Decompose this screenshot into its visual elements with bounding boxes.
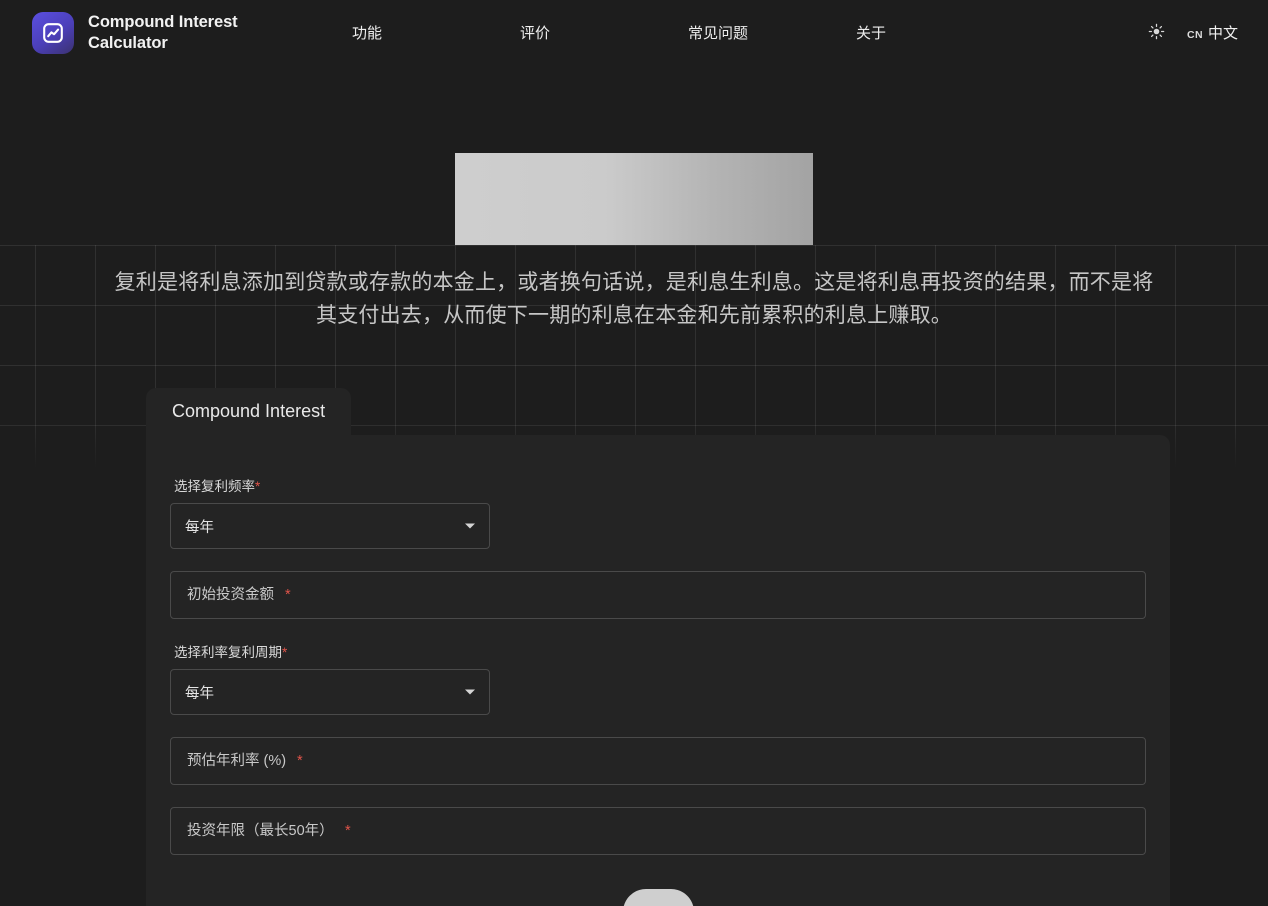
- required-asterisk: *: [282, 645, 288, 660]
- calculator-form: 选择复利频率* 每年 * 选择利率复利周期* 每年 * *: [146, 435, 1170, 906]
- nav-link-faq[interactable]: 常见问题: [688, 22, 856, 43]
- rate-period-label-text: 选择利率复利周期: [174, 645, 282, 660]
- theme-toggle-button[interactable]: [1139, 16, 1173, 50]
- rate-period-label: 选择利率复利周期*: [174, 641, 1146, 661]
- compound-frequency-label: 选择复利频率*: [174, 475, 1146, 495]
- field-compound-frequency: 选择复利频率* 每年: [170, 475, 1146, 549]
- compound-frequency-value: 每年: [185, 519, 214, 536]
- chevron-down-icon: [465, 523, 475, 529]
- main-nav: 功能 评价 常见问题 关于: [332, 22, 1139, 43]
- trend-chart-icon: [32, 11, 74, 54]
- nav-link-features[interactable]: 功能: [352, 22, 520, 43]
- nav-link-reviews[interactable]: 评价: [520, 22, 688, 43]
- initial-amount-input[interactable]: [170, 571, 1146, 619]
- tab-label: Compound Interest: [172, 401, 326, 421]
- chevron-down-icon: [465, 689, 475, 695]
- investment-years-input[interactable]: [170, 807, 1146, 855]
- brand-name: Compound Interest Calculator: [88, 13, 238, 52]
- field-annual-rate: *: [170, 737, 1146, 785]
- rate-period-value: 每年: [185, 685, 214, 702]
- tab-strip: Compound Interest: [146, 388, 1170, 435]
- brand-logo[interactable]: Compound Interest Calculator: [32, 11, 332, 54]
- calculate-button[interactable]: 计算: [622, 889, 694, 906]
- header-controls: CN 中文: [1139, 16, 1240, 50]
- tab-compound-interest[interactable]: Compound Interest: [146, 388, 352, 435]
- submit-row: 计算: [170, 877, 1146, 906]
- rate-period-select[interactable]: 每年: [170, 669, 490, 715]
- compound-frequency-select[interactable]: 每年: [170, 503, 490, 549]
- field-rate-period: 选择利率复利周期* 每年: [170, 641, 1146, 715]
- hero-banner-placeholder: [455, 153, 813, 245]
- required-asterisk: *: [255, 479, 261, 494]
- field-initial-amount: *: [170, 571, 1146, 619]
- site-header: Compound Interest Calculator 功能 评价 常见问题 …: [0, 0, 1268, 65]
- hero-section: 复利是将利息添加到贷款或存款的本金上，或者换句话说，是利息生利息。这是将利息再投…: [0, 65, 1268, 332]
- annual-rate-input[interactable]: [170, 737, 1146, 785]
- compound-frequency-label-text: 选择复利频率: [174, 479, 255, 494]
- nav-link-about[interactable]: 关于: [856, 22, 1024, 43]
- language-code: CN: [1187, 29, 1203, 41]
- calculator-panel: Compound Interest 选择复利频率* 每年 * 选择利率复利周期*…: [146, 388, 1170, 906]
- language-label: 中文: [1207, 25, 1238, 42]
- sun-icon: [1148, 23, 1165, 43]
- language-switcher[interactable]: CN 中文: [1185, 18, 1240, 47]
- hero-description: 复利是将利息添加到贷款或存款的本金上，或者换句话说，是利息生利息。这是将利息再投…: [114, 271, 1154, 327]
- field-investment-years: *: [170, 807, 1146, 855]
